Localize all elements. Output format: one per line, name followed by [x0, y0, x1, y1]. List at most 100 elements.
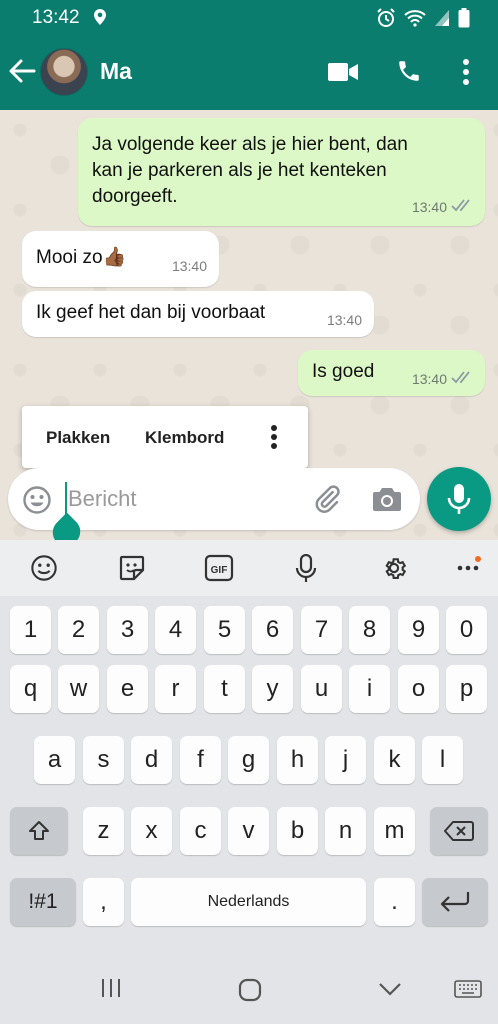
message-bubble-incoming[interactable]: Mooi zo👍🏾 13:40	[22, 231, 219, 287]
key-a[interactable]: a	[34, 736, 75, 784]
location-icon	[94, 9, 106, 30]
home-icon[interactable]	[238, 978, 262, 1007]
key-5[interactable]: 5	[204, 606, 245, 654]
backspace-icon	[444, 821, 474, 841]
system-nav-bar	[0, 948, 498, 1024]
message-text-line: doorgeeft.	[92, 186, 178, 207]
key-i[interactable]: i	[349, 665, 390, 713]
key-2[interactable]: 2	[58, 606, 99, 654]
wifi-icon	[404, 9, 426, 32]
gif-label: GIF	[211, 565, 228, 576]
alarm-icon	[376, 8, 396, 33]
key-j[interactable]: j	[325, 736, 366, 784]
key-r[interactable]: r	[155, 665, 196, 713]
read-receipt-icon	[451, 366, 473, 392]
key-g[interactable]: g	[228, 736, 269, 784]
key-h[interactable]: h	[277, 736, 318, 784]
recent-apps-icon[interactable]	[100, 978, 122, 1003]
attachment-icon[interactable]	[312, 484, 342, 519]
keyboard-toolbar: GIF	[0, 540, 498, 596]
period-key[interactable]: .	[374, 878, 415, 926]
key-e[interactable]: e	[107, 665, 148, 713]
key-b[interactable]: b	[277, 807, 318, 855]
voice-message-button[interactable]	[427, 467, 491, 531]
message-time: 13:40	[171, 258, 207, 274]
gif-icon[interactable]: GIF	[204, 554, 234, 587]
message-text-line: Ja volgende keer als je hier bent, dan	[92, 134, 408, 155]
key-c[interactable]: c	[180, 807, 221, 855]
contact-name[interactable]: Ma	[100, 58, 132, 85]
space-bar[interactable]: Nederlands	[131, 878, 366, 926]
comma-key[interactable]: ,	[83, 878, 124, 926]
text-selection-menu: Plakken Klembord	[22, 406, 308, 468]
emoji-icon[interactable]	[22, 485, 52, 520]
key-f[interactable]: f	[180, 736, 221, 784]
key-t[interactable]: t	[204, 665, 245, 713]
status-time: 13:42	[32, 7, 80, 28]
key-3[interactable]: 3	[107, 606, 148, 654]
paste-menu-item[interactable]: Plakken	[46, 428, 110, 448]
key-u[interactable]: u	[301, 665, 342, 713]
key-z[interactable]: z	[83, 807, 124, 855]
more-tools-icon[interactable]	[456, 556, 482, 581]
chat-header: Ma	[0, 36, 498, 110]
message-bubble-outgoing[interactable]: Is goed 13:40	[298, 350, 485, 396]
phone-call-icon[interactable]	[396, 58, 422, 89]
keyboard-switch-icon[interactable]	[454, 980, 482, 1003]
key-s[interactable]: s	[83, 736, 124, 784]
sticker-icon[interactable]	[118, 554, 146, 587]
voice-input-icon[interactable]	[295, 553, 317, 589]
message-time: 13:40	[411, 199, 447, 215]
status-bar: 13:42	[0, 0, 498, 36]
key-l[interactable]: l	[422, 736, 463, 784]
key-x[interactable]: x	[131, 807, 172, 855]
key-v[interactable]: v	[228, 807, 269, 855]
signal-icon	[434, 9, 450, 32]
contact-avatar[interactable]	[40, 48, 88, 96]
key-p[interactable]: p	[446, 665, 487, 713]
backspace-key[interactable]	[430, 807, 488, 855]
key-4[interactable]: 4	[155, 606, 196, 654]
message-text-line: kan je parkeren als je het kenteken	[92, 160, 387, 181]
camera-icon[interactable]	[372, 485, 402, 518]
message-text: Ik geef het dan bij voorbaat	[36, 302, 266, 323]
back-arrow-icon[interactable]	[8, 58, 36, 89]
symbols-key[interactable]: !#1	[10, 878, 76, 926]
keyboard-emoji-icon[interactable]	[30, 554, 58, 587]
key-o[interactable]: o	[398, 665, 439, 713]
message-text: Is goed	[312, 361, 375, 382]
key-0[interactable]: 0	[446, 606, 487, 654]
key-y[interactable]: y	[252, 665, 293, 713]
message-text: Mooi zo👍🏾	[36, 247, 127, 268]
key-9[interactable]: 9	[398, 606, 439, 654]
enter-key[interactable]	[422, 878, 488, 926]
more-options-icon[interactable]	[270, 424, 278, 455]
message-input[interactable]	[68, 480, 298, 518]
key-8[interactable]: 8	[349, 606, 390, 654]
battery-icon	[458, 8, 470, 33]
hide-keyboard-chevron-icon[interactable]	[378, 982, 402, 1001]
key-w[interactable]: w	[58, 665, 99, 713]
shift-icon	[29, 821, 49, 840]
key-k[interactable]: k	[374, 736, 415, 784]
key-6[interactable]: 6	[252, 606, 293, 654]
message-time: 13:40	[326, 312, 362, 328]
shift-key[interactable]	[10, 807, 68, 855]
keyboard: 1 2 3 4 5 6 7 8 9 0 q w e r t y u i o p …	[0, 596, 498, 948]
message-bubble-incoming[interactable]: Ik geef het dan bij voorbaat 13:40	[22, 291, 374, 337]
key-n[interactable]: n	[325, 807, 366, 855]
settings-gear-icon[interactable]	[380, 554, 408, 587]
key-7[interactable]: 7	[301, 606, 342, 654]
microphone-icon	[447, 484, 471, 514]
key-1[interactable]: 1	[10, 606, 51, 654]
key-m[interactable]: m	[374, 807, 415, 855]
message-bubble-outgoing[interactable]: Ja volgende keer als je hier bent, dan k…	[78, 118, 485, 226]
key-q[interactable]: q	[10, 665, 51, 713]
video-call-icon[interactable]	[328, 62, 358, 87]
overflow-menu-icon[interactable]	[462, 58, 470, 91]
key-d[interactable]: d	[131, 736, 172, 784]
message-time: 13:40	[411, 371, 447, 387]
clipboard-menu-item[interactable]: Klembord	[145, 428, 224, 448]
enter-icon	[440, 892, 470, 912]
read-receipt-icon	[451, 194, 473, 220]
